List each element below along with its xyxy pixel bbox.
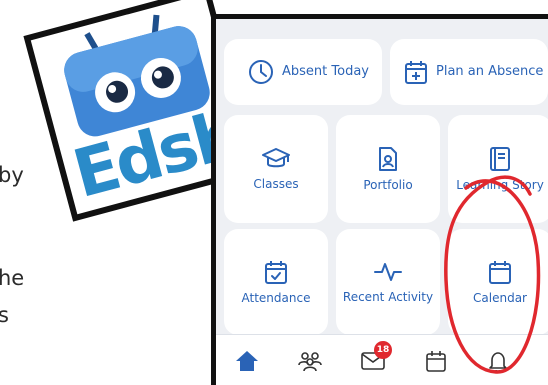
clock-icon — [249, 60, 273, 84]
bell-icon — [489, 352, 507, 372]
people-icon — [298, 352, 322, 372]
background-text-fragment: s — [0, 303, 9, 327]
learning-story-label: Learning Story — [456, 178, 544, 192]
calendar-tile[interactable]: Calendar — [448, 229, 548, 335]
recent-activity-label: Recent Activity — [342, 290, 434, 304]
calendar-check-icon — [265, 261, 287, 284]
nav-notifications[interactable] — [486, 349, 512, 373]
absent-today-label: Absent Today — [282, 64, 369, 79]
nav-people[interactable] — [296, 349, 322, 373]
learning-story-tile[interactable]: Learning Story — [448, 115, 548, 223]
graduation-cap-icon — [262, 148, 290, 168]
calendar-icon — [489, 261, 511, 284]
portfolio-document-icon — [379, 147, 397, 171]
plan-absence-tile[interactable]: Plan an Absence — [390, 39, 548, 105]
unread-badge: 18 — [374, 341, 392, 359]
nav-calendar[interactable] — [424, 349, 450, 373]
calendar-label: Calendar — [473, 291, 527, 305]
book-icon — [490, 147, 510, 171]
portfolio-label: Portfolio — [363, 178, 413, 192]
recent-activity-tile[interactable]: Recent Activity — [336, 229, 440, 335]
home-icon — [236, 351, 258, 371]
absent-today-tile[interactable]: Absent Today — [224, 39, 382, 105]
phone-frame: Absent Today Plan an Absence Classes Por… — [211, 14, 548, 385]
nav-home[interactable] — [234, 349, 260, 373]
plan-absence-label: Plan an Absence — [436, 64, 544, 79]
classes-tile[interactable]: Classes — [224, 115, 328, 223]
calendar-icon — [426, 351, 446, 372]
activity-pulse-icon — [374, 263, 402, 281]
app-screen: Absent Today Plan an Absence Classes Por… — [216, 19, 548, 385]
background-text-fragment: by — [0, 163, 24, 187]
bottom-navigation: 18 — [216, 334, 548, 385]
portfolio-tile[interactable]: Portfolio — [336, 115, 440, 223]
attendance-tile[interactable]: Attendance — [224, 229, 328, 335]
nav-messages[interactable]: 18 — [360, 341, 392, 373]
classes-label: Classes — [253, 177, 299, 191]
calendar-plus-icon — [405, 61, 427, 84]
attendance-label: Attendance — [241, 291, 311, 305]
background-text-fragment: he — [0, 266, 25, 290]
